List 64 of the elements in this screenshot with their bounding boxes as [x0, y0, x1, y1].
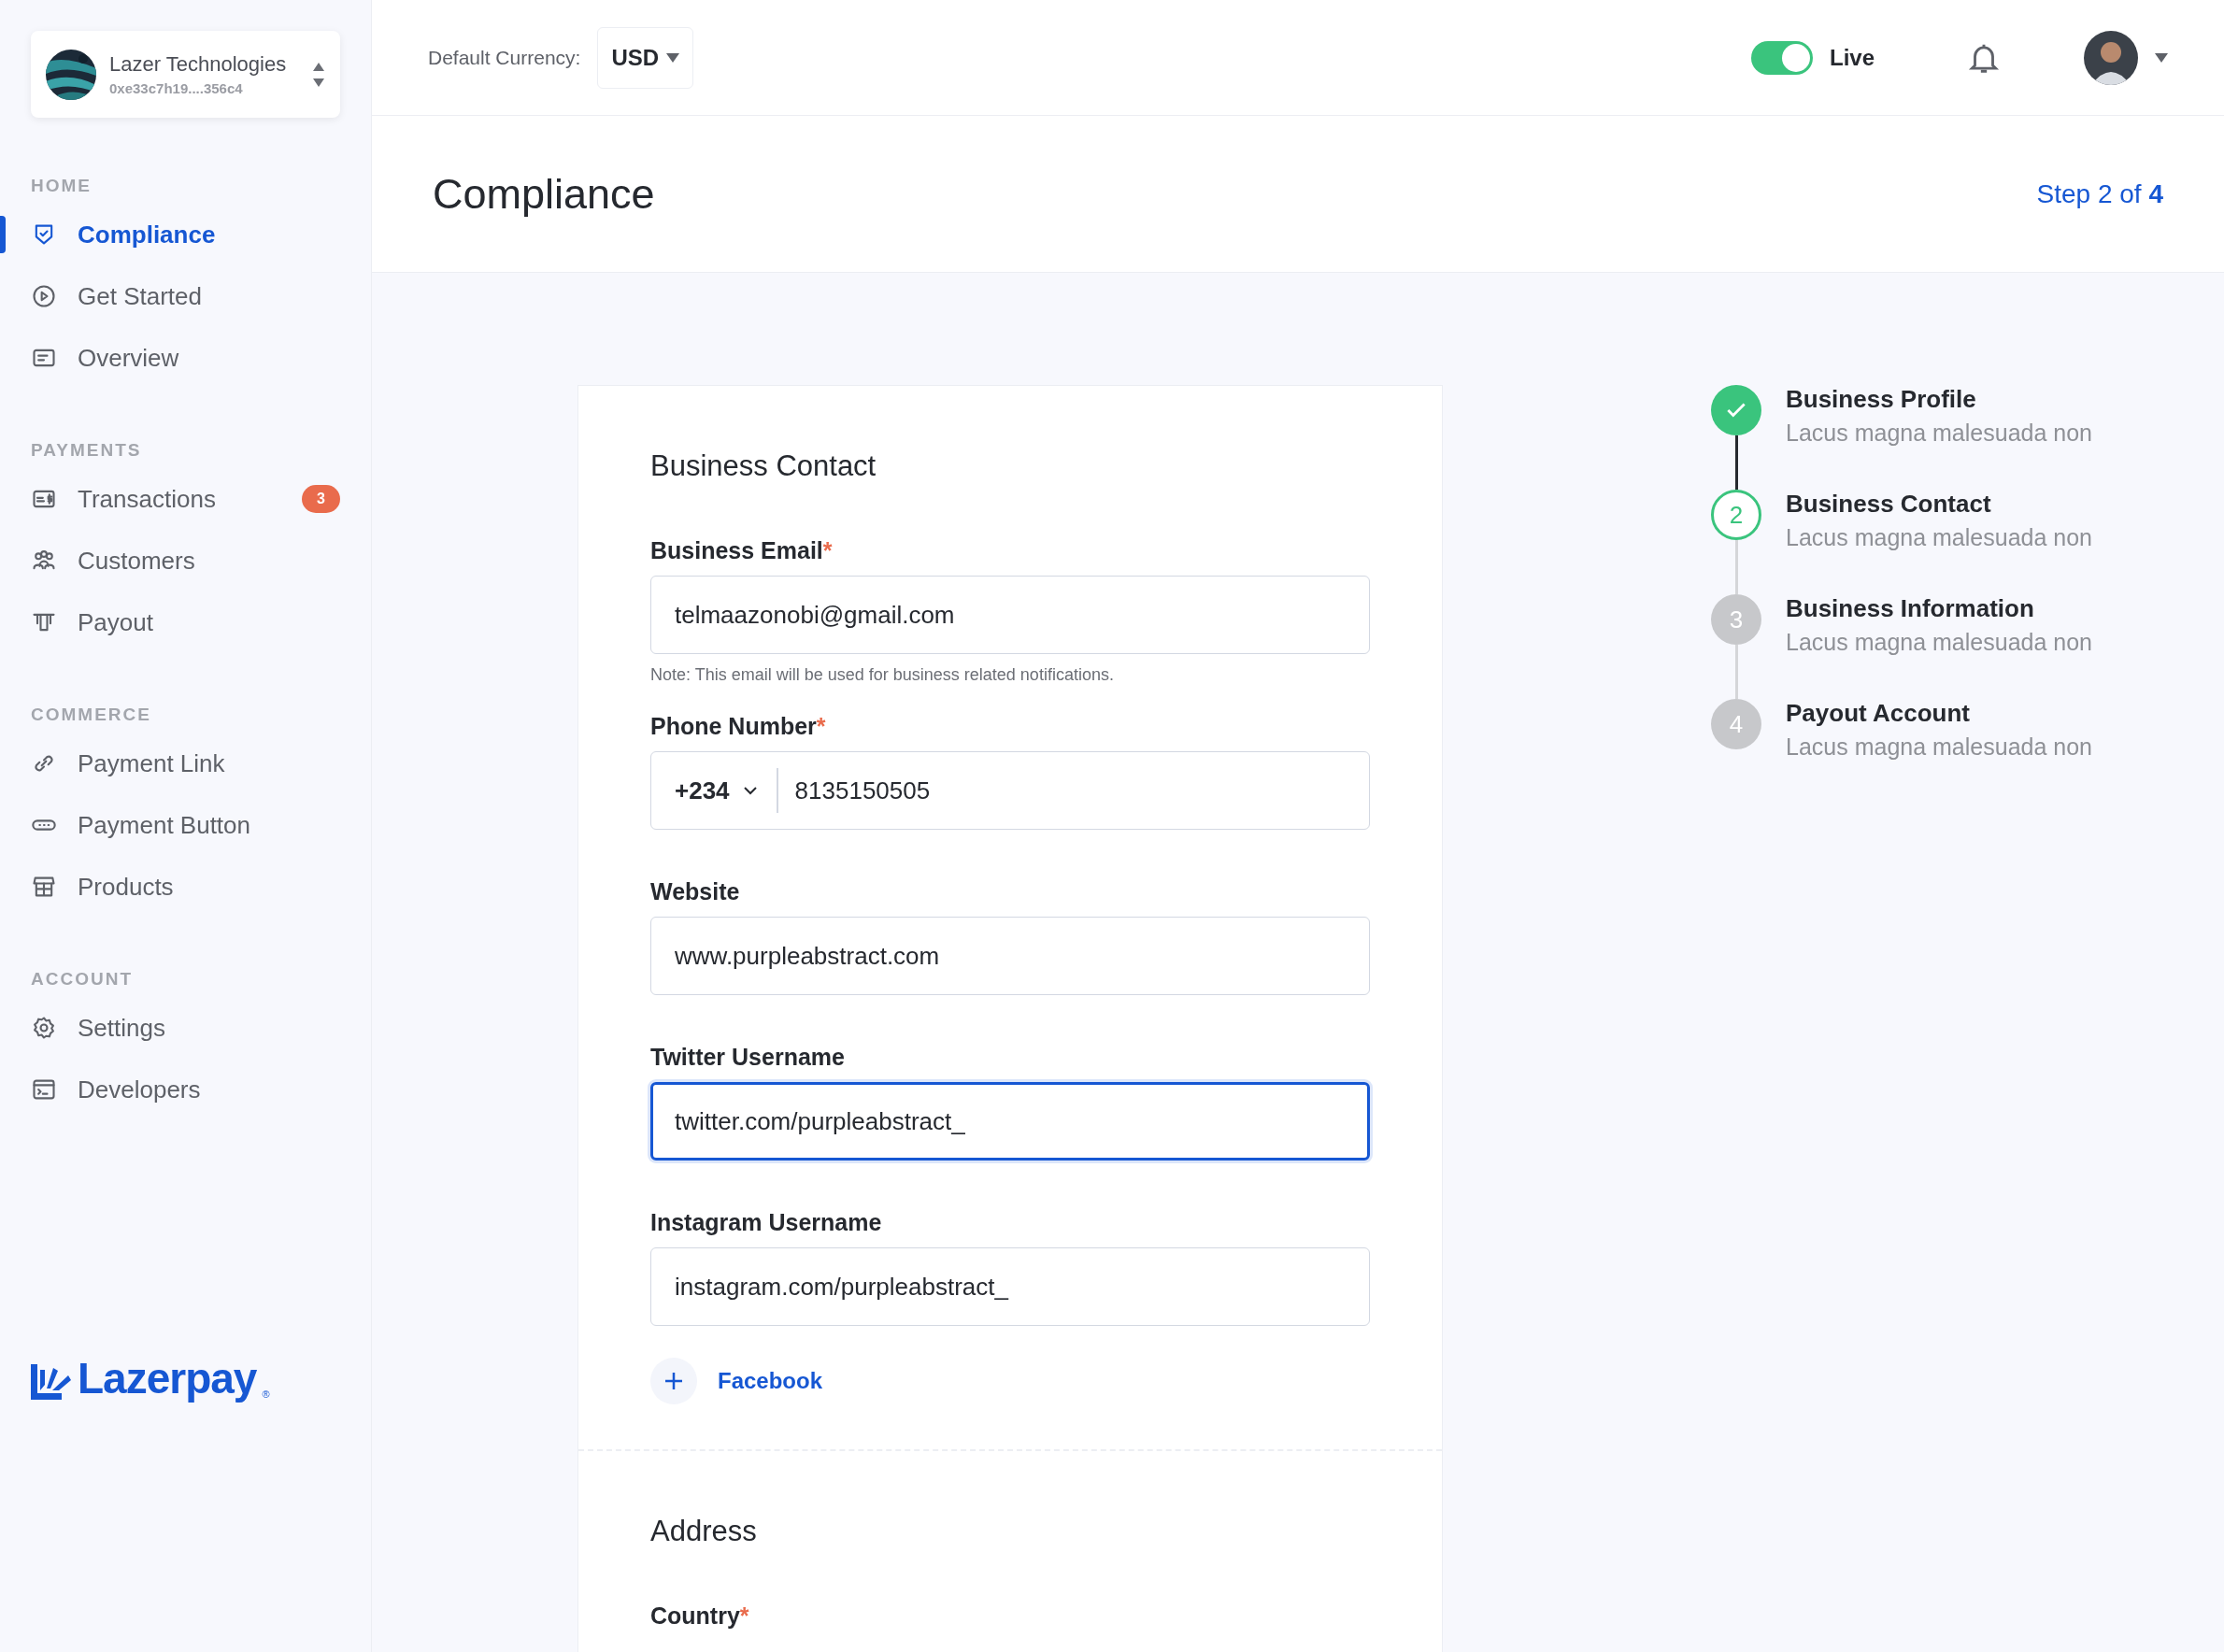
- section-label: ACCOUNT: [31, 969, 134, 990]
- field-label: Instagram Username: [650, 1209, 883, 1236]
- mode-label: Live: [1829, 44, 1875, 71]
- sidebar-item[interactable]: Developers: [0, 1059, 371, 1120]
- step-indicator: 3: [1711, 594, 1761, 645]
- input-field[interactable]: telmaazonobi@gmail.com: [650, 576, 1370, 654]
- mode-toggle[interactable]: [1750, 40, 1813, 75]
- active-indicator: [0, 216, 6, 253]
- plus-icon: [663, 1370, 685, 1392]
- phone-field[interactable]: +234 8135150505: [650, 751, 1370, 830]
- registered-mark: ®: [262, 1389, 270, 1400]
- wallet-address: 0xe33c7h19....356c4: [109, 80, 244, 96]
- input-field[interactable]: twitter.com/purpleabstract_: [650, 1082, 1370, 1161]
- sidebar-item[interactable]: Products: [0, 856, 371, 918]
- play-circle-icon: [31, 283, 57, 309]
- currency-label: Default Currency:: [428, 46, 581, 69]
- sidebar-item[interactable]: Settings: [0, 997, 371, 1059]
- field-label: Country*: [650, 1602, 750, 1630]
- step-title: Payout Account: [1786, 699, 1971, 728]
- logo-icon: [31, 1362, 72, 1400]
- section-title: Business Contact: [650, 449, 877, 483]
- caret-icon: [666, 52, 680, 63]
- input-field[interactable]: www.purpleabstract.com: [650, 917, 1370, 995]
- page-title: Compliance: [433, 169, 655, 219]
- input-field[interactable]: instagram.com/purpleabstract_: [650, 1247, 1370, 1326]
- add-button[interactable]: [650, 1358, 697, 1404]
- step-counter: Step 2 of 4: [2036, 178, 2163, 209]
- step-title: Business Profile: [1786, 385, 1977, 414]
- caret-icon[interactable]: [2155, 52, 2168, 63]
- step-subtitle: Lacus magna malesuada non: [1786, 733, 2092, 761]
- step-subtitle: Lacus magna malesuada non: [1786, 524, 2092, 551]
- field-label: Website: [650, 878, 741, 905]
- section-title: Address: [650, 1515, 758, 1548]
- chevron-down-icon: [742, 786, 758, 795]
- field-label: Business Email*: [650, 537, 834, 564]
- section-label: HOME: [31, 176, 93, 196]
- step-title: Business Information: [1786, 594, 2035, 623]
- country-code-select[interactable]: +234: [651, 768, 778, 813]
- field-label: Phone Number*: [650, 713, 827, 740]
- step-subtitle: Lacus magna malesuada non: [1786, 629, 2092, 656]
- sidebar-item[interactable]: Payment Button: [0, 794, 371, 856]
- avatar-icon[interactable]: [2084, 30, 2138, 85]
- gear-icon: [31, 1015, 57, 1041]
- currency-select[interactable]: USD: [597, 26, 694, 89]
- step-subtitle: Lacus magna malesuada non: [1786, 420, 2092, 447]
- sidebar-item[interactable]: Get Started: [0, 265, 371, 327]
- sidebar-item[interactable]: Customers: [0, 530, 371, 591]
- field-label: Twitter Username: [650, 1044, 846, 1071]
- phone-value: 8135150505: [793, 776, 931, 805]
- sidebar-item[interactable]: Compliance: [0, 204, 371, 265]
- section-label: PAYMENTS: [31, 440, 143, 461]
- add-link[interactable]: Facebook: [718, 1368, 823, 1394]
- count-badge: 3: [302, 485, 340, 513]
- organization-name: Lazer Technologies: [109, 52, 288, 77]
- step-indicator: 4: [1711, 699, 1761, 749]
- field-note: Note: This email will be used for business related notifications.: [650, 665, 1115, 685]
- section-label: COMMERCE: [31, 705, 152, 725]
- step-title: Business Contact: [1786, 490, 1992, 519]
- step-indicator: 2: [1711, 490, 1761, 540]
- organization-switcher[interactable]: Lazer Technologies 0xe33c7h19....356c4: [31, 31, 340, 118]
- sidebar-item[interactable]: Payout: [0, 591, 371, 653]
- sidebar-item[interactable]: Transactions 3: [0, 468, 371, 530]
- sidebar-item[interactable]: Payment Link: [0, 733, 371, 794]
- sidebar-item[interactable]: Overview: [0, 327, 371, 389]
